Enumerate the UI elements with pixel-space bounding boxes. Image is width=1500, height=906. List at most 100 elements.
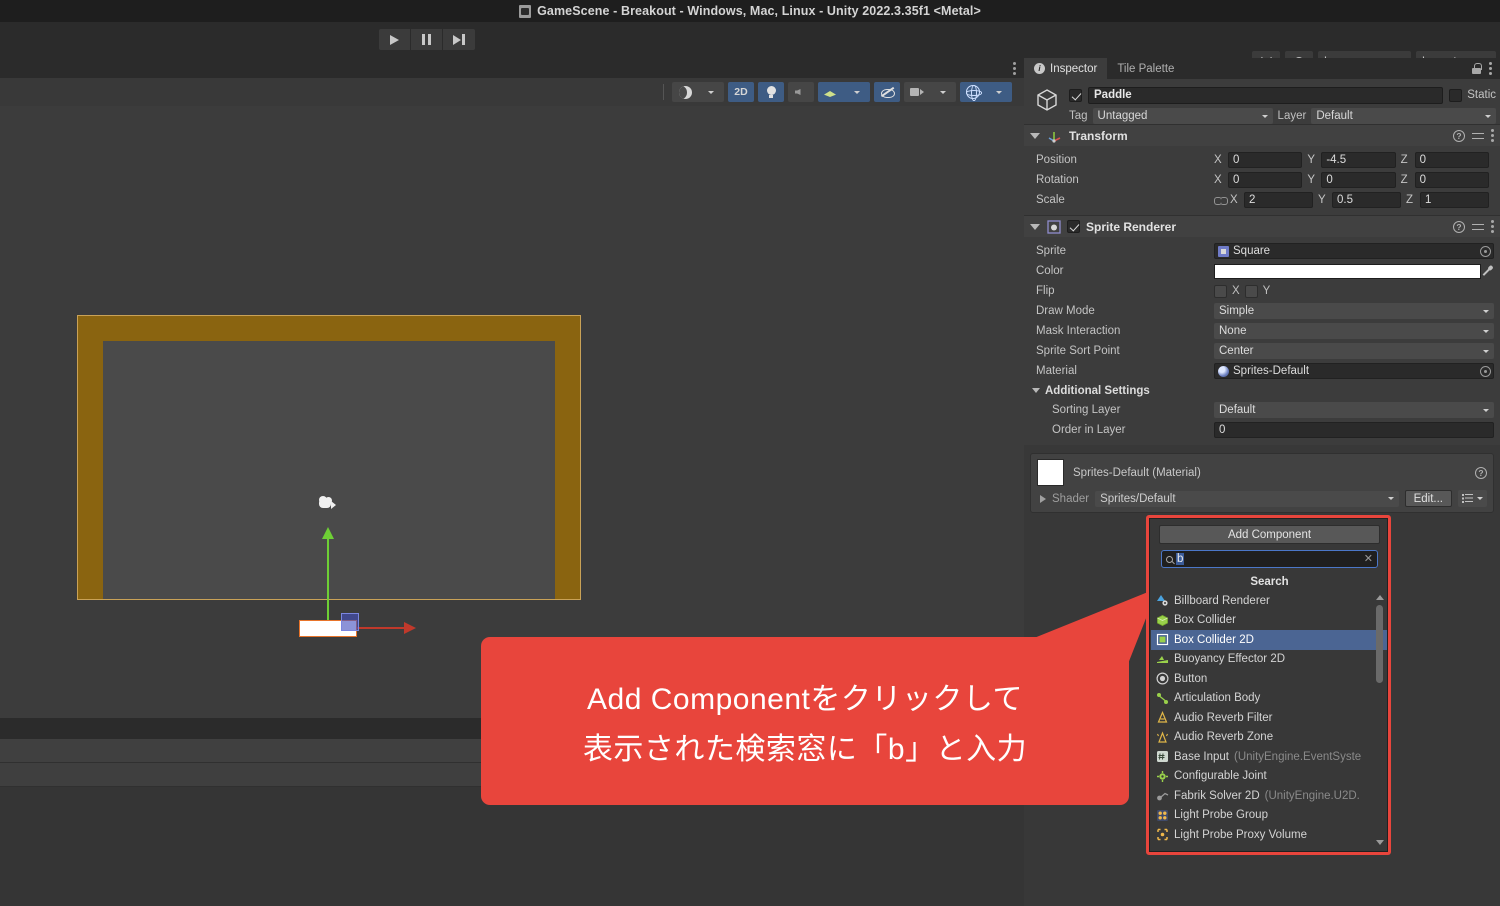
material-object-field[interactable]: Sprites-Default <box>1214 363 1494 379</box>
object-picker-icon[interactable] <box>1480 366 1491 377</box>
shader-options-button[interactable] <box>1458 490 1487 507</box>
component-item-billboard-renderer[interactable]: Billboard Renderer <box>1151 591 1387 611</box>
move-gizmo-y-axis[interactable] <box>322 527 334 630</box>
scale-y-field[interactable]: 0.5 <box>1332 192 1401 208</box>
component-item-label: Billboard Renderer <box>1174 594 1270 607</box>
additional-settings-foldout-icon[interactable] <box>1032 388 1040 393</box>
toggle-lighting-button[interactable] <box>758 82 784 102</box>
draw-mode-dropdown[interactable]: Simple <box>1214 303 1494 319</box>
component-search-input[interactable]: b ✕ <box>1161 550 1378 568</box>
sprite-renderer-foldout-icon[interactable] <box>1030 223 1040 230</box>
gizmos-button[interactable] <box>960 82 986 102</box>
component-item-light-probe-group[interactable]: Light Probe Group <box>1151 806 1387 826</box>
component-item-base-input[interactable]: Base Input (UnityEngine.EventSyste <box>1151 747 1387 767</box>
draw-mode-button[interactable] <box>672 82 698 102</box>
transform-component-header[interactable]: Transform ? <box>1024 124 1500 146</box>
component-item-light-probe-proxy-volume[interactable]: Light Probe Proxy Volume <box>1151 825 1387 845</box>
scene-view-canvas[interactable] <box>0 106 1024 673</box>
tag-dropdown[interactable]: Untagged <box>1092 108 1273 124</box>
shader-edit-button[interactable]: Edit... <box>1404 490 1452 507</box>
scrollbar-thumb[interactable] <box>1376 605 1383 683</box>
scale-z-field[interactable]: 1 <box>1420 192 1489 208</box>
draw-mode-group[interactable] <box>672 82 724 102</box>
shaded-icon <box>678 85 692 99</box>
mask-interaction-dropdown[interactable]: None <box>1214 323 1494 339</box>
tab-inspector[interactable]: i Inspector <box>1024 58 1108 79</box>
pause-button[interactable] <box>411 29 443 50</box>
rotation-x-field[interactable]: 0 <box>1228 172 1303 188</box>
layer-dropdown[interactable]: Default <box>1311 108 1496 124</box>
toggle-audio-button[interactable] <box>788 82 814 102</box>
preset-icon[interactable] <box>1472 130 1484 142</box>
rotation-y-field[interactable]: 0 <box>1321 172 1396 188</box>
component-item-label: Button <box>1174 672 1208 685</box>
component-item-audio-reverb-zone[interactable]: Audio Reverb Zone <box>1151 728 1387 748</box>
draw-mode-dropdown[interactable] <box>698 82 724 102</box>
component-menu-icon[interactable] <box>1491 129 1494 142</box>
toggle-fx-button[interactable] <box>818 82 844 102</box>
rotation-z-field[interactable]: 0 <box>1414 172 1489 188</box>
component-results-list[interactable]: Billboard Renderer Box Collider Box Coll… <box>1151 591 1387 851</box>
transform-foldout-icon[interactable] <box>1030 132 1040 139</box>
tab-tile-palette[interactable]: Tile Palette <box>1107 58 1184 79</box>
scene-camera-dropdown[interactable] <box>930 82 956 102</box>
order-in-layer-field[interactable]: 0 <box>1214 422 1494 438</box>
color-swatch[interactable] <box>1214 263 1481 279</box>
sorting-layer-dropdown[interactable]: Default <box>1214 402 1494 418</box>
material-expand-icon[interactable] <box>1040 494 1046 503</box>
shader-dropdown[interactable]: Sprites/Default <box>1095 490 1399 507</box>
position-x-field[interactable]: 0 <box>1228 152 1303 168</box>
add-component-button[interactable]: Add Component <box>1159 525 1380 544</box>
help-icon[interactable]: ? <box>1475 466 1487 479</box>
position-y-field[interactable]: -4.5 <box>1321 152 1396 168</box>
lock-icon[interactable] <box>1472 63 1482 74</box>
component-item-articulation-body[interactable]: Articulation Body <box>1151 689 1387 709</box>
scroll-up-icon[interactable] <box>1376 595 1384 600</box>
help-icon[interactable]: ? <box>1453 129 1465 142</box>
gameobject-enabled-checkbox[interactable] <box>1069 88 1082 102</box>
flip-y-checkbox[interactable] <box>1244 284 1258 298</box>
scale-x-field[interactable]: 2 <box>1244 192 1313 208</box>
sprite-sort-point-dropdown[interactable]: Center <box>1214 343 1494 359</box>
sprite-renderer-enabled-checkbox[interactable] <box>1067 220 1080 233</box>
object-picker-icon[interactable] <box>1480 246 1491 257</box>
move-gizmo-plane-handle[interactable] <box>341 613 359 631</box>
static-checkbox[interactable] <box>1449 88 1463 102</box>
constrain-proportions-icon[interactable] <box>1214 194 1228 206</box>
fx-group[interactable] <box>818 82 870 102</box>
clear-search-icon[interactable]: ✕ <box>1364 553 1373 565</box>
component-list-scrollbar[interactable] <box>1375 595 1384 845</box>
sprite-object-field[interactable]: Square <box>1214 243 1494 259</box>
position-z-field[interactable]: 0 <box>1414 152 1489 168</box>
gizmos-group[interactable] <box>960 82 1012 102</box>
component-item-box-collider[interactable]: Box Collider <box>1151 611 1387 631</box>
toggle-hidden-objects-button[interactable] <box>874 82 900 102</box>
additional-settings-header[interactable]: Additional Settings <box>1024 381 1500 400</box>
sprite-renderer-component-header[interactable]: Sprite Renderer ? <box>1024 215 1500 237</box>
fx-dropdown[interactable] <box>844 82 870 102</box>
inspector-menu-icon[interactable] <box>1489 62 1492 75</box>
preset-icon[interactable] <box>1472 221 1484 233</box>
play-button[interactable] <box>379 29 411 50</box>
scene-camera-button[interactable] <box>904 82 930 102</box>
main-camera-gizmo[interactable] <box>318 496 340 512</box>
component-item-audio-reverb-filter[interactable]: Audio Reverb Filter <box>1151 708 1387 728</box>
component-item-buoyancy-effector-2d[interactable]: Buoyancy Effector 2D <box>1151 650 1387 670</box>
toggle-2d-button[interactable]: 2D <box>728 82 754 102</box>
scene-camera-group[interactable] <box>904 82 956 102</box>
component-menu-icon[interactable] <box>1491 220 1494 233</box>
main-toolbar: Layers Layout <box>0 22 1500 72</box>
scene-menu-icon[interactable] <box>1013 62 1016 75</box>
step-button[interactable] <box>443 29 475 50</box>
component-item-button[interactable]: Button <box>1151 669 1387 689</box>
component-item-box-collider-2d[interactable]: Box Collider 2D <box>1151 630 1387 650</box>
eyedropper-icon[interactable] <box>1481 265 1494 278</box>
gameobject-name-field[interactable]: Paddle <box>1088 86 1444 104</box>
component-item-fabrik-solver-2d[interactable]: Fabrik Solver 2D (UnityEngine.U2D. <box>1151 786 1387 806</box>
flip-x-checkbox[interactable] <box>1214 284 1227 298</box>
component-item-configurable-joint[interactable]: Configurable Joint <box>1151 767 1387 787</box>
gizmos-dropdown[interactable] <box>986 82 1012 102</box>
chevron-down-icon <box>996 90 1002 94</box>
scroll-down-icon[interactable] <box>1376 840 1384 845</box>
help-icon[interactable]: ? <box>1453 220 1465 233</box>
